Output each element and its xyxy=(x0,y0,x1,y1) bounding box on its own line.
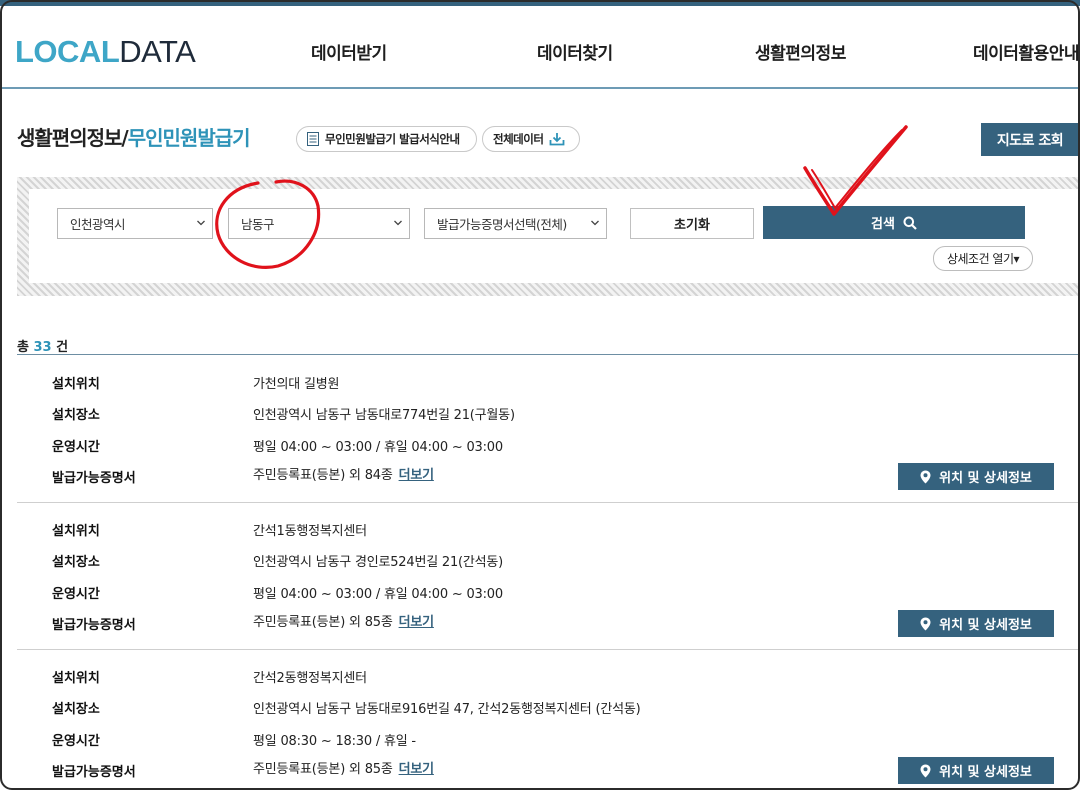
form-guide-button[interactable]: 무인민원발급기 발급서식안내 xyxy=(296,126,477,152)
value-location: 간석2동행정복지센터 xyxy=(253,671,367,686)
more-link[interactable]: 더보기 xyxy=(399,615,434,630)
documents-text: 주민등록표(등본) 외 85종 xyxy=(253,615,393,630)
map-pin-icon xyxy=(920,470,931,483)
value-location: 가천의대 길병원 xyxy=(253,377,340,392)
value-hours: 평일 08:30 ~ 18:30 / 휴일 - xyxy=(253,734,416,749)
search-icon xyxy=(903,216,917,230)
label-place: 설치장소 xyxy=(52,408,100,423)
label-location: 설치위치 xyxy=(52,524,100,539)
label-documents: 발급가능증명서 xyxy=(52,765,136,780)
document-select-value: 발급가능증명서선택(전체) xyxy=(437,217,567,232)
chevron-down-icon xyxy=(591,220,599,226)
documents-text: 주민등록표(등본) 외 85종 xyxy=(253,762,393,777)
total-suffix: 건 xyxy=(56,340,69,355)
site-logo[interactable]: LOCALDATA xyxy=(15,34,196,69)
logo-part-data: DATA xyxy=(119,34,196,69)
result-total: 총 33 건 xyxy=(17,336,68,355)
value-place: 인천광역시 남동구 경인로524번길 21(간석동) xyxy=(253,555,504,570)
location-detail-label: 위치 및 상세정보 xyxy=(939,765,1032,780)
value-hours: 평일 04:00 ~ 03:00 / 휴일 04:00 ~ 03:00 xyxy=(253,587,503,602)
page-title-sub: 무인민원발급기 xyxy=(127,126,251,150)
location-detail-button[interactable]: 위치 및 상세정보 xyxy=(898,610,1054,637)
result-item: 설치위치 간석1동행정복지센터 설치장소 인천광역시 남동구 경인로524번길 21… xyxy=(17,503,1080,650)
city-select[interactable]: 인천광역시 xyxy=(57,208,213,239)
value-documents: 주민등록표(등본) 외 84종 더보기 xyxy=(253,464,434,483)
total-prefix: 총 xyxy=(17,340,29,355)
download-icon xyxy=(550,133,565,146)
nav-usage-guide[interactable]: 데이터활용안내 xyxy=(973,39,1079,64)
value-documents: 주민등록표(등본) 외 85종 더보기 xyxy=(253,758,434,777)
location-detail-button[interactable]: 위치 및 상세정보 xyxy=(898,463,1054,490)
nav-living-info[interactable]: 생활편의정보 xyxy=(755,39,846,64)
total-count: 33 xyxy=(33,340,52,355)
chevron-down-icon xyxy=(197,220,205,226)
map-pin-icon xyxy=(920,617,931,630)
search-button-label: 검색 xyxy=(871,217,895,232)
value-location: 간석1동행정복지센터 xyxy=(253,524,367,539)
value-place: 인천광역시 남동구 남동대로916번길 47, 간석2동행정복지센터 (간석동) xyxy=(253,702,641,717)
page-title: 생활편의정보/무인민원발급기 xyxy=(17,122,251,151)
all-data-label: 전체데이터 xyxy=(493,132,544,146)
result-item: 설치위치 간석2동행정복지센터 설치장소 인천광역시 남동구 남동대로916번길 4… xyxy=(17,650,1080,790)
label-documents: 발급가능증명서 xyxy=(52,471,136,486)
label-location: 설치위치 xyxy=(52,671,100,686)
location-detail-button[interactable]: 위치 및 상세정보 xyxy=(898,757,1054,784)
document-select[interactable]: 발급가능증명서선택(전체) xyxy=(424,208,607,239)
chevron-down-icon xyxy=(394,220,402,226)
location-detail-label: 위치 및 상세정보 xyxy=(939,618,1032,633)
value-hours: 평일 04:00 ~ 03:00 / 휴일 04:00 ~ 03:00 xyxy=(253,440,503,455)
result-divider xyxy=(17,354,1080,355)
document-icon xyxy=(307,132,319,146)
label-location: 설치위치 xyxy=(52,377,100,392)
more-link[interactable]: 더보기 xyxy=(399,468,434,483)
label-documents: 발급가능증명서 xyxy=(52,618,136,633)
map-view-button[interactable]: 지도로 조회 xyxy=(981,123,1079,156)
documents-text: 주민등록표(등본) 외 84종 xyxy=(253,468,393,483)
label-place: 설치장소 xyxy=(52,555,100,570)
more-link[interactable]: 더보기 xyxy=(399,762,434,777)
label-place: 설치장소 xyxy=(52,702,100,717)
city-select-value: 인천광역시 xyxy=(70,217,126,232)
all-data-button[interactable]: 전체데이터 xyxy=(482,126,580,152)
district-select-value: 남동구 xyxy=(241,217,275,232)
label-hours: 운영시간 xyxy=(52,587,100,602)
site-header: LOCALDATA 데이터받기 데이터찾기 생활편의정보 데이터활용안내 xyxy=(0,6,1080,89)
location-detail-label: 위치 및 상세정보 xyxy=(939,471,1032,486)
search-button[interactable]: 검색 xyxy=(763,206,1025,239)
map-pin-icon xyxy=(920,764,931,777)
value-place: 인천광역시 남동구 남동대로774번길 21(구월동) xyxy=(253,408,515,423)
reset-button[interactable]: 초기화 xyxy=(630,208,754,239)
form-guide-label: 무인민원발급기 발급서식안내 xyxy=(325,132,460,146)
result-item: 설치위치 가천의대 길병원 설치장소 인천광역시 남동구 남동대로774번길 21(… xyxy=(17,356,1080,503)
district-select[interactable]: 남동구 xyxy=(228,208,410,239)
detail-conditions-toggle[interactable]: 상세조건 열기▾ xyxy=(933,246,1033,271)
label-hours: 운영시간 xyxy=(52,440,100,455)
nav-find-data[interactable]: 데이터찾기 xyxy=(537,39,613,64)
nav-download-data[interactable]: 데이터받기 xyxy=(311,39,387,64)
page-title-main: 생활편의정보 xyxy=(17,126,122,150)
logo-part-local: LOCAL xyxy=(15,34,120,69)
label-hours: 운영시간 xyxy=(52,734,100,749)
value-documents: 주민등록표(등본) 외 85종 더보기 xyxy=(253,611,434,630)
